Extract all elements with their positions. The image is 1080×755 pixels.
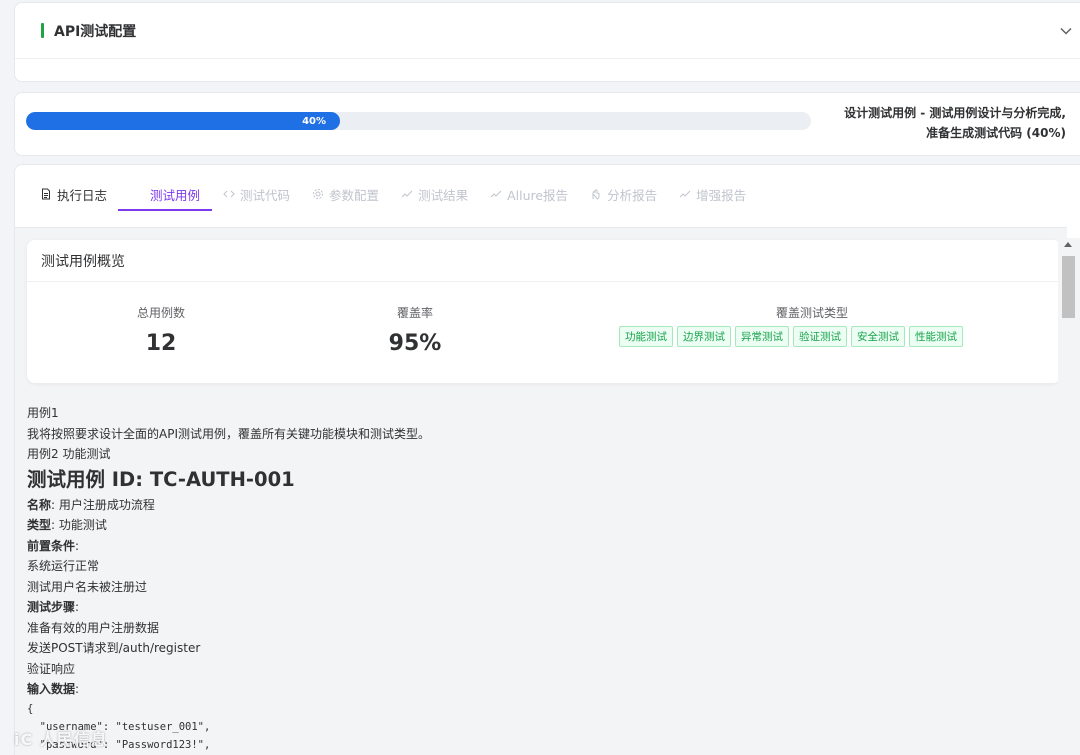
watermark: iC 人民信息 <box>14 730 108 749</box>
step-item: 准备有效的用户注册数据 <box>27 620 160 635</box>
tab-test-cases[interactable]: 测试用例 <box>118 179 213 211</box>
api-config-header[interactable]: API测试配置 <box>15 3 1080 59</box>
progress-panel: 40% 设计测试用例 - 测试用例设计与分析完成, 准备生成测试代码 (40%) <box>14 92 1080 156</box>
steps-key: 测试步骤 <box>27 600 76 614</box>
code-line: { <box>27 702 34 715</box>
type-tag: 性能测试 <box>909 326 963 347</box>
case-2-label: 用例2 功能测试 <box>27 447 111 461</box>
trend-icon <box>401 190 413 198</box>
api-config-panel: API测试配置 <box>14 2 1080 82</box>
input-row: 输入数据: <box>27 679 1027 700</box>
tab-label: Allure报告 <box>507 187 569 203</box>
progress-status-text: 设计测试用例 - 测试用例设计与分析完成, 准备生成测试代码 (40%) <box>820 103 1066 143</box>
progress-status-line-2: 准备生成测试代码 (40%) <box>926 126 1066 140</box>
type-tag: 异常测试 <box>735 326 789 347</box>
tab-execution-log[interactable]: 执行日志 <box>29 179 118 209</box>
tab-label: 执行日志 <box>57 187 108 203</box>
colon: : <box>75 600 80 614</box>
tab-param-config[interactable]: 参数配置 <box>301 179 390 209</box>
type-tag: 安全测试 <box>851 326 905 347</box>
main-panel: 执行日志 测试用例 测试代码 参数配置 测试结果 Allure报告 分析报告 增… <box>14 164 1080 755</box>
type-tag: 边界测试 <box>677 326 731 347</box>
total-cases-stat: 总用例数 12 <box>111 304 211 356</box>
progress-percent-label: 40% <box>302 115 326 127</box>
api-config-title: API测试配置 <box>54 23 137 40</box>
precondition-key: 前置条件 <box>27 538 76 553</box>
tab-label: 参数配置 <box>329 187 380 203</box>
coverage-label: 覆盖率 <box>396 306 433 320</box>
coverage-types-tags: 功能测试 边界测试 异常测试 验证测试 安全测试 性能测试 <box>619 326 963 347</box>
code-line: "username": "testuser_001", <box>27 720 211 733</box>
tab-allure-report[interactable]: Allure报告 <box>479 179 579 209</box>
hand-icon <box>592 189 600 200</box>
code-line: "password": "Password123!", <box>27 738 211 751</box>
type-row: 类型: 功能测试 <box>27 515 1027 536</box>
coverage-stat: 覆盖率 95% <box>365 304 465 356</box>
overview-title: 测试用例概览 <box>27 240 1061 282</box>
test-case-document: 用例1 我将按照要求设计全面的API测试用例，覆盖所有关键功能模块和测试类型。 … <box>27 403 1027 754</box>
total-cases-label: 总用例数 <box>136 306 185 320</box>
test-case-overview-card: 测试用例概览 总用例数 12 覆盖率 95% 覆盖测试类型 功能测试 边界测试 … <box>27 240 1061 383</box>
vertical-scrollbar[interactable] <box>1058 238 1080 755</box>
type-tag: 功能测试 <box>619 326 673 347</box>
chevron-down-icon[interactable] <box>1057 22 1075 40</box>
name-value: : 用户注册成功流程 <box>51 497 155 512</box>
tab-analysis-report[interactable]: 分析报告 <box>579 179 668 209</box>
accent-bar <box>41 23 44 38</box>
tab-label: 测试结果 <box>418 187 469 203</box>
total-cases-value: 12 <box>145 331 177 356</box>
tab-test-code[interactable]: 测试代码 <box>212 179 301 209</box>
type-tag: 验证测试 <box>793 326 847 347</box>
progress-bar-fill: 40% <box>26 112 340 130</box>
precondition-row: 前置条件: <box>27 536 1027 557</box>
coverage-value: 95% <box>388 331 442 356</box>
colon: : <box>75 682 80 696</box>
coverage-types-label: 覆盖测试类型 <box>775 306 848 320</box>
tab-label: 测试代码 <box>240 187 291 203</box>
tab-bar: 执行日志 测试用例 测试代码 参数配置 测试结果 Allure报告 分析报告 增… <box>29 179 757 211</box>
tab-label: 测试用例 <box>150 187 201 203</box>
code-icon <box>223 190 235 198</box>
steps-row: 测试步骤: <box>27 597 1027 618</box>
scrollbar-thumb[interactable] <box>1062 256 1075 318</box>
case-1-label: 用例1 <box>27 406 59 420</box>
tab-label: 增强报告 <box>696 187 747 203</box>
scroll-up-arrow-icon[interactable] <box>1064 242 1072 247</box>
precondition-item: 测试用户名未被注册过 <box>27 579 148 594</box>
progress-status-line-1: 设计测试用例 - 测试用例设计与分析完成, <box>844 106 1066 120</box>
tab-label: 分析报告 <box>607 187 658 203</box>
tab-enhanced-report[interactable]: 增强报告 <box>668 179 757 209</box>
document-icon <box>42 188 50 200</box>
progress-bar: 40% <box>26 112 811 130</box>
step-item: 验证响应 <box>27 661 76 676</box>
type-value: : 功能测试 <box>51 518 107 532</box>
colon: : <box>75 538 80 553</box>
trend-icon <box>490 190 502 198</box>
intro-text: 我将按照要求设计全面的API测试用例，覆盖所有关键功能模块和测试类型。 <box>27 426 430 441</box>
precondition-item: 系统运行正常 <box>27 559 100 573</box>
input-key: 输入数据 <box>27 682 76 696</box>
step-item: 发送POST请求到/auth/register <box>27 641 201 655</box>
name-key: 名称 <box>27 497 52 512</box>
test-case-heading: 测试用例 ID: TC-AUTH-001 <box>27 467 295 491</box>
trend-icon <box>679 190 691 198</box>
gear-icon <box>313 189 324 199</box>
tab-test-results[interactable]: 测试结果 <box>390 179 479 209</box>
type-key: 类型 <box>27 518 52 532</box>
tab-content-area[interactable]: 测试用例概览 总用例数 12 覆盖率 95% 覆盖测试类型 功能测试 边界测试 … <box>15 227 1067 755</box>
name-row: 名称: 用户注册成功流程 <box>27 495 1027 516</box>
